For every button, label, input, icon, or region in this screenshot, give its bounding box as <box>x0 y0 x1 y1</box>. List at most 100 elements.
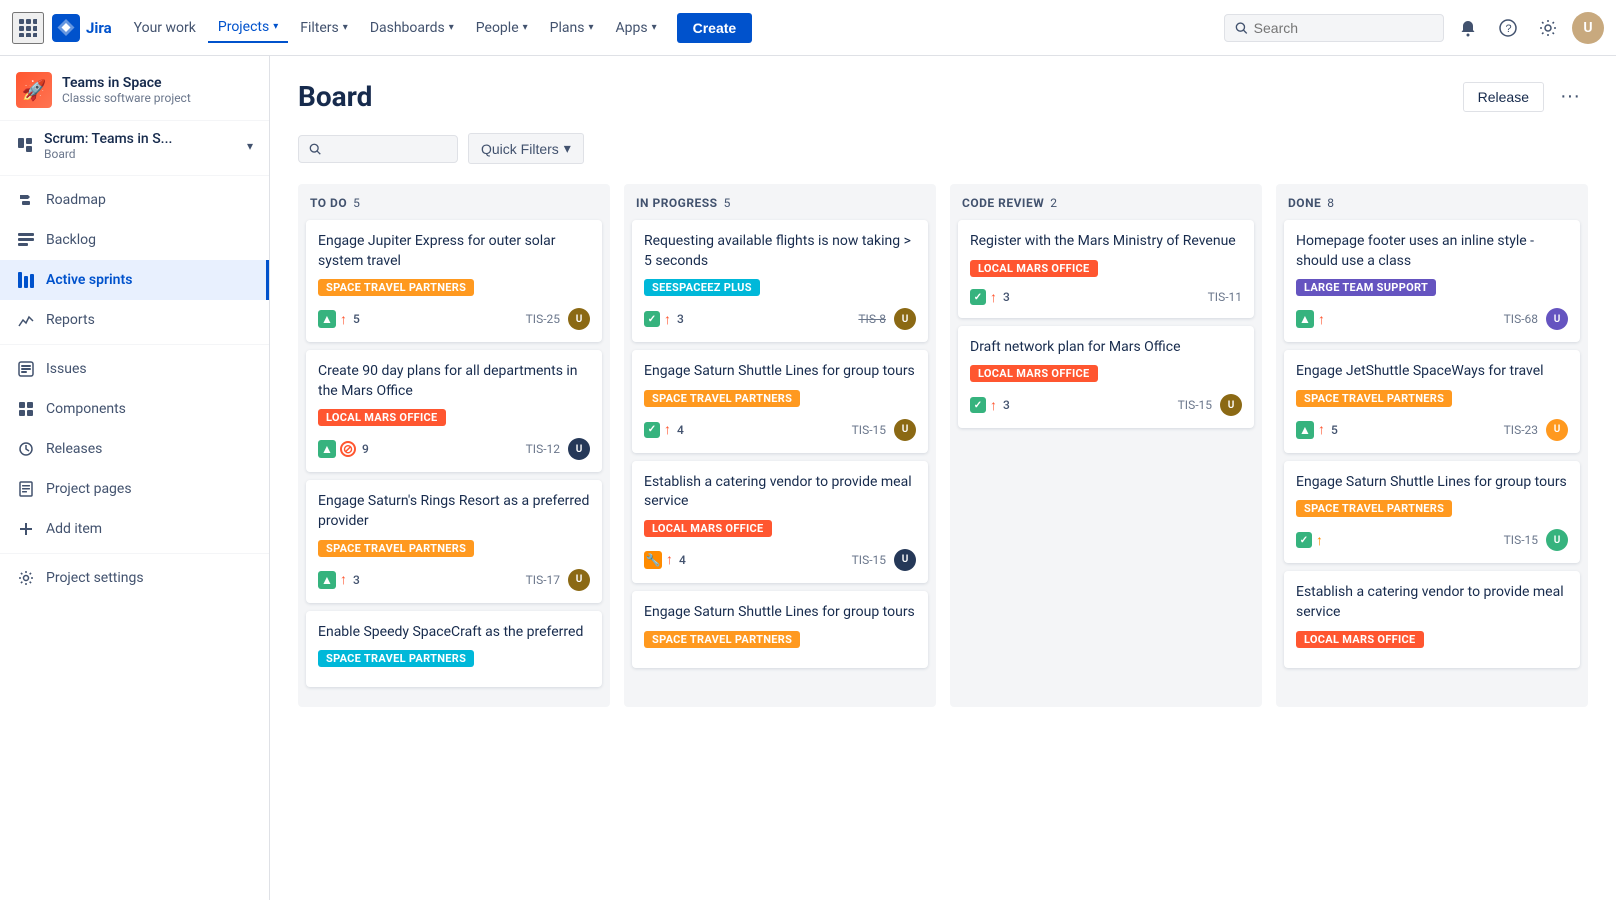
card-inprogress-3[interactable]: Establish a catering vendor to provide m… <box>632 461 928 583</box>
card-tag: SEESPACEEZ PLUS <box>644 279 760 296</box>
search-input[interactable] <box>1254 20 1433 36</box>
sidebar-reports-label: Reports <box>46 312 95 328</box>
card-avatar: U <box>1546 419 1568 441</box>
card-id-strikethrough: TIS-8 <box>858 312 886 326</box>
block-icon: ⊘ <box>340 441 356 457</box>
sidebar-item-active-sprints[interactable]: Active sprints <box>0 260 269 300</box>
sidebar-item-releases[interactable]: Releases <box>0 429 269 469</box>
column-inprogress-header: IN PROGRESS 5 <box>632 196 928 220</box>
notifications-button[interactable] <box>1452 12 1484 44</box>
user-avatar[interactable]: U <box>1572 12 1604 44</box>
card-inprogress-1[interactable]: Requesting available flights is now taki… <box>632 220 928 342</box>
project-type: Classic software project <box>62 91 191 105</box>
card-footer: ↑ TIS-15 U <box>1296 529 1568 551</box>
column-inprogress: IN PROGRESS 5 Requesting available fligh… <box>624 184 936 707</box>
create-button[interactable]: Create <box>677 13 753 43</box>
scrum-label: Scrum: Teams in S... <box>44 131 172 147</box>
priority-high-icon: ↑ <box>1318 421 1325 438</box>
card-tag: SPACE TRAVEL PARTNERS <box>318 650 474 667</box>
sidebar-item-add-item[interactable]: Add item <box>0 509 269 549</box>
sidebar-item-reports[interactable]: Reports <box>0 300 269 340</box>
priority-high-icon: ↑ <box>1318 311 1325 328</box>
card-tag: LOCAL MARS OFFICE <box>644 520 772 537</box>
board-header-actions: Release ··· <box>1463 81 1588 112</box>
card-done-4[interactable]: Establish a catering vendor to provide m… <box>1284 571 1580 667</box>
card-done-1[interactable]: Homepage footer uses an inline style - s… <box>1284 220 1580 342</box>
settings-button[interactable] <box>1532 12 1564 44</box>
card-avatar: U <box>894 549 916 571</box>
release-button[interactable]: Release <box>1463 82 1544 112</box>
sidebar-item-project-pages[interactable]: Project pages <box>0 469 269 509</box>
board-search-filter[interactable] <box>298 135 458 163</box>
components-icon <box>16 399 36 419</box>
board-sub-label: Board <box>44 147 172 161</box>
quick-filters-button[interactable]: Quick Filters ▾ <box>468 133 584 164</box>
nav-filters[interactable]: Filters ▾ <box>290 14 358 42</box>
card-count: 3 <box>1003 398 1010 412</box>
board-search-input[interactable] <box>327 141 447 157</box>
card-title: Enable Speedy SpaceCraft as the preferre… <box>318 623 590 643</box>
card-id: TIS-25 <box>526 312 560 326</box>
search-box[interactable] <box>1224 14 1444 42</box>
card-title: Engage Saturn Shuttle Lines for group to… <box>1296 473 1568 493</box>
scrum-chevron: ▾ <box>247 139 253 153</box>
card-icons: ▲ ↑ <box>1296 421 1325 439</box>
card-title: Establish a catering vendor to provide m… <box>644 473 916 512</box>
project-settings-icon <box>16 568 36 588</box>
card-footer: ▲ ↑ 3 TIS-17 U <box>318 569 590 591</box>
sidebar-item-issues[interactable]: Issues <box>0 349 269 389</box>
card-todo-3[interactable]: Engage Saturn's Rings Resort as a prefer… <box>306 480 602 602</box>
card-id: TIS-15 <box>852 423 886 437</box>
nav-your-work[interactable]: Your work <box>124 14 206 42</box>
svg-text:?: ? <box>1506 23 1512 35</box>
sidebar-project-header[interactable]: 🚀 Teams in Space Classic software projec… <box>0 56 269 121</box>
card-codereview-1[interactable]: Register with the Mars Ministry of Reven… <box>958 220 1254 318</box>
card-footer: ▲ ⊘ 9 TIS-12 U <box>318 438 590 460</box>
card-done-3[interactable]: Engage Saturn Shuttle Lines for group to… <box>1284 461 1580 564</box>
help-button[interactable]: ? <box>1492 12 1524 44</box>
sidebar-item-project-settings[interactable]: Project settings <box>0 558 269 598</box>
card-todo-2[interactable]: Create 90 day plans for all departments … <box>306 350 602 472</box>
card-codereview-2[interactable]: Draft network plan for Mars Office LOCAL… <box>958 326 1254 429</box>
card-inprogress-2[interactable]: Engage Saturn Shuttle Lines for group to… <box>632 350 928 453</box>
card-todo-4[interactable]: Enable Speedy SpaceCraft as the preferre… <box>306 611 602 688</box>
card-meta: ▲ ↑ 5 <box>318 310 360 328</box>
column-codereview-title: CODE REVIEW <box>962 196 1044 210</box>
card-avatar: U <box>568 438 590 460</box>
nav-apps[interactable]: Apps ▾ <box>606 14 667 42</box>
nav-projects[interactable]: Projects ▾ <box>208 13 288 43</box>
card-tag: SPACE TRAVEL PARTNERS <box>644 631 800 648</box>
story-icon: ▲ <box>318 571 336 589</box>
grid-menu-button[interactable] <box>12 12 44 44</box>
card-meta: ▲ ↑ 3 <box>318 571 360 589</box>
card-avatar: U <box>568 569 590 591</box>
card-done-2[interactable]: Engage JetShuttle SpaceWays for travel S… <box>1284 350 1580 453</box>
active-sprints-icon <box>16 270 36 290</box>
card-inprogress-4[interactable]: Engage Saturn Shuttle Lines for group to… <box>632 591 928 668</box>
jira-logo-icon <box>52 14 80 42</box>
nav-plans[interactable]: Plans ▾ <box>540 14 604 42</box>
card-tag: LOCAL MARS OFFICE <box>970 260 1098 277</box>
card-count: 4 <box>679 553 686 567</box>
sidebar-item-roadmap[interactable]: Roadmap <box>0 180 269 220</box>
nav-people[interactable]: People ▾ <box>466 14 538 42</box>
card-todo-1[interactable]: Engage Jupiter Express for outer solar s… <box>306 220 602 342</box>
dashboards-dropdown-chevron: ▾ <box>449 22 454 33</box>
card-title: Create 90 day plans for all departments … <box>318 362 590 401</box>
card-id: TIS-15 <box>852 553 886 567</box>
card-count: 9 <box>362 442 369 456</box>
checkbox-icon <box>970 397 986 413</box>
sidebar-item-backlog[interactable]: Backlog <box>0 220 269 260</box>
card-avatar: U <box>1220 394 1242 416</box>
more-options-button[interactable]: ··· <box>1552 81 1588 112</box>
sidebar-item-components[interactable]: Components <box>0 389 269 429</box>
card-id: TIS-17 <box>526 573 560 587</box>
card-footer: 🔧 ↑ 4 TIS-15 U <box>644 549 916 571</box>
sidebar-backlog-label: Backlog <box>46 232 96 248</box>
nav-dashboards[interactable]: Dashboards ▾ <box>360 14 464 42</box>
card-title: Homepage footer uses an inline style - s… <box>1296 232 1568 271</box>
quick-filters-label: Quick Filters <box>481 141 559 157</box>
backlog-icon <box>16 230 36 250</box>
sidebar-scrum-item[interactable]: Scrum: Teams in S... Board ▾ <box>0 121 269 171</box>
jira-logo[interactable]: Jira <box>52 14 112 42</box>
